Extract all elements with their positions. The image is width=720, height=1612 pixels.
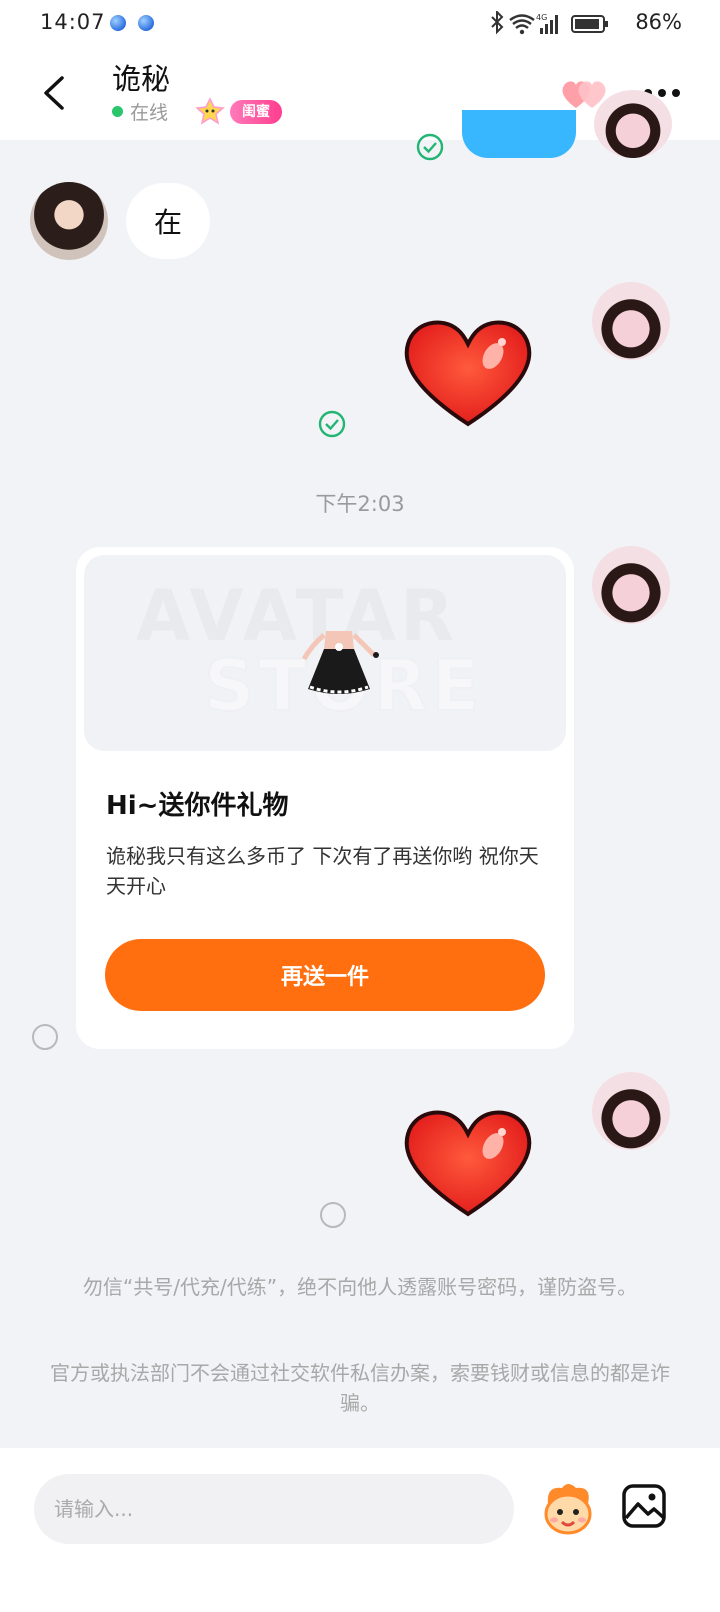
contact-name[interactable]: 诡秘 [112, 56, 170, 98]
incoming-message-bubble[interactable]: 在 [126, 183, 210, 259]
svg-text:4G: 4G [536, 13, 547, 22]
my-avatar[interactable] [592, 546, 670, 624]
app-notification-icon [110, 15, 126, 31]
back-button[interactable] [36, 68, 76, 118]
bluetooth-icon [491, 11, 504, 35]
dress-gift-image [301, 631, 379, 694]
incoming-message-text: 在 [153, 206, 182, 239]
message-input[interactable] [34, 1474, 514, 1544]
back-arrow-icon [44, 76, 64, 110]
app-notification-icon [138, 15, 154, 31]
relation-badge[interactable]: 闺蜜 [230, 100, 282, 124]
read-check-icon [318, 410, 346, 438]
heart-sticker-message[interactable] [398, 312, 538, 432]
status-bar: 14:07 4G 86% [0, 0, 720, 48]
my-avatar[interactable] [592, 1072, 670, 1150]
emoji-mascot-button[interactable] [538, 1478, 598, 1538]
image-icon [622, 1484, 666, 1528]
gift-banner: AVATAR STORE [84, 555, 566, 751]
read-check-icon [416, 133, 444, 161]
input-bar [0, 1448, 720, 1612]
online-status-text: 在线 [130, 102, 169, 124]
star-mascot-icon [195, 97, 225, 125]
outgoing-bubble-partial[interactable] [462, 110, 576, 158]
status-time: 14:07 [40, 10, 106, 34]
gift-card-message-text: 诡秘我只有这么多币了 下次有了再送你哟 祝你天天开心 [106, 844, 539, 898]
gift-card-message[interactable]: AVATAR STORE Hi~送你件礼物 诡秘我只有这么多币了 下次有了再送你… [76, 547, 574, 1049]
online-status-dot [112, 106, 123, 117]
select-radio[interactable] [320, 1202, 346, 1228]
connectivity-icons: 4G [491, 11, 608, 35]
safety-notice: 官方或执法部门不会通过社交软件私信办案，索要钱财或信息的都是诈骗。 [50, 1361, 670, 1415]
my-avatar[interactable] [592, 282, 670, 360]
wifi-icon [509, 14, 535, 29]
send-another-gift-button[interactable]: 再送一件 [105, 939, 545, 1011]
select-radio[interactable] [32, 1024, 58, 1050]
my-avatar[interactable] [594, 90, 672, 158]
safety-notice: 勿信“共号/代充/代练”，绝不向他人透露账号密码，谨防盗号。 [82, 1275, 638, 1299]
gift-card-title: Hi~送你件礼物 [106, 791, 289, 821]
contact-avatar[interactable] [30, 182, 108, 260]
image-picker-button[interactable] [620, 1482, 668, 1530]
battery-level: 86% [635, 10, 682, 34]
message-timestamp: 下午2:03 [315, 492, 405, 516]
heart-sticker-message[interactable] [398, 1102, 538, 1222]
